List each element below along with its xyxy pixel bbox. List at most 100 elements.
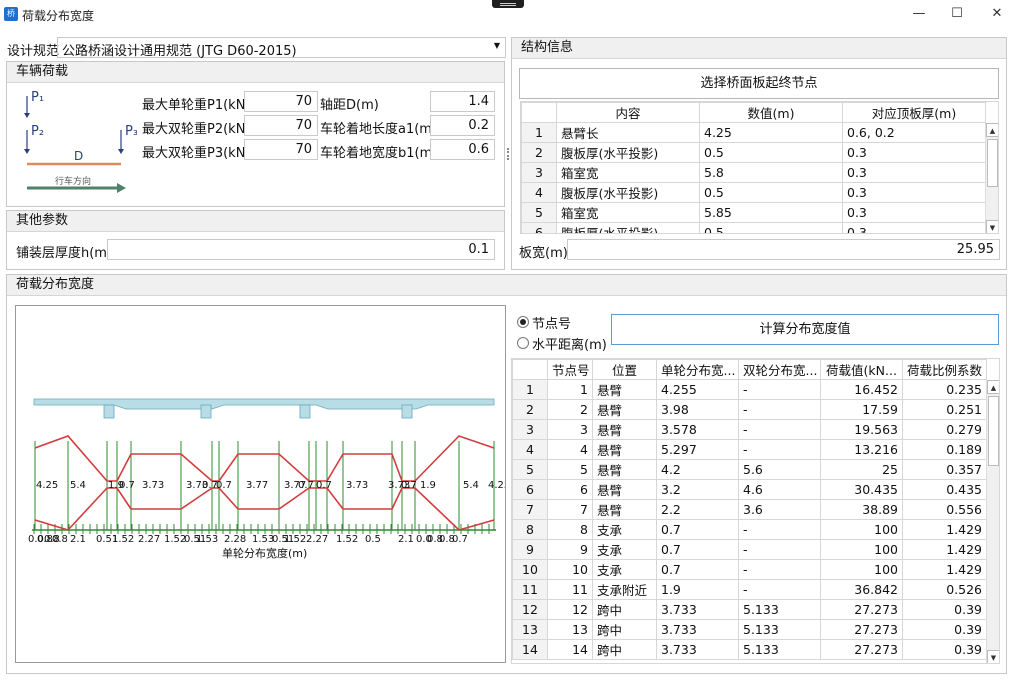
select-nodes-button[interactable]: 选择桥面板起终节点 [519,68,999,99]
table-cell[interactable]: 1.429 [902,559,987,580]
table-cell[interactable]: 0.251 [902,399,987,420]
column-header[interactable]: 位置 [592,359,657,380]
table-cell[interactable]: 0.357 [902,459,987,480]
table-cell[interactable]: 0.3 [842,182,986,203]
p2-input[interactable]: 70 [244,115,318,136]
table-cell[interactable]: 100 [820,559,903,580]
table-cell[interactable]: 腹板厚(水平投影) [556,182,700,203]
table-row[interactable]: 8 8 支承 0.7-100 1.429 [512,519,987,540]
scroll-thumb[interactable] [987,139,998,187]
row-header[interactable]: 2 [512,399,548,420]
a1-input[interactable]: 0.2 [430,115,495,136]
table-row[interactable]: 6 6 悬臂 3.2 4.6 30.435 0.435 [512,479,987,500]
table-cell[interactable]: 3.2 [656,479,739,500]
structure-scrollbar[interactable]: ▲ ▼ [985,123,998,233]
table-cell[interactable]: 腹板厚(水平投影) [556,222,700,233]
row-header[interactable]: 1 [512,379,548,400]
table-cell[interactable]: 1.429 [902,539,987,560]
table-cell[interactable]: 支承 [592,559,657,580]
table-cell[interactable]: 5.8 [699,162,843,183]
table-cell[interactable]: 0.7 [656,519,739,540]
table-cell[interactable]: 0.3 [842,162,986,183]
table-cell[interactable]: 3 [547,419,593,440]
table-cell[interactable]: 3.98 [656,399,739,420]
table-cell[interactable]: 支承 [592,519,657,540]
table-cell[interactable]: - [738,539,821,560]
table-cell[interactable]: 腹板厚(水平投影) [556,142,700,163]
table-row[interactable]: 4 4 悬臂 5.297-13.216 0.189 [512,439,987,460]
table-row[interactable]: 1 1 悬臂 4.255-16.452 0.235 [512,379,987,400]
table-row[interactable]: 4 腹板厚(水平投影) 0.5 0.3 [521,182,986,203]
splitter-handle[interactable] [507,148,509,160]
table-cell[interactable]: 悬臂 [592,379,657,400]
drag-handle[interactable] [492,0,524,8]
row-header[interactable]: 3 [521,162,557,183]
table-cell[interactable]: 14 [547,639,593,660]
table-cell[interactable]: 1.9 [656,579,739,600]
node-radio[interactable] [517,316,529,328]
table-cell[interactable]: 0.39 [902,619,987,640]
row-header[interactable]: 4 [512,439,548,460]
table-cell[interactable]: 0.5 [699,142,843,163]
table-row[interactable]: 6 腹板厚(水平投影) 0.5 0.3 [521,222,986,233]
table-cell[interactable]: 7 [547,499,593,520]
minimize-button[interactable]: — [904,4,934,24]
table-cell[interactable]: 27.273 [820,639,903,660]
scroll-down-icon[interactable]: ▼ [987,650,999,663]
table-row[interactable]: 14 14 跨中 3.733 5.133 27.273 0.39 [512,639,987,660]
table-cell[interactable]: 1.429 [902,519,987,540]
table-cell[interactable]: 8 [547,519,593,540]
table-cell[interactable]: 箱室宽 [556,202,700,223]
table-cell[interactable]: - [738,379,821,400]
table-cell[interactable]: 悬臂 [592,499,657,520]
row-header[interactable]: 13 [512,619,548,640]
table-cell[interactable]: 5.133 [738,639,821,660]
table-cell[interactable]: 支承附近 [592,579,657,600]
table-cell[interactable]: 10 [547,559,593,580]
table-cell[interactable]: 36.842 [820,579,903,600]
column-header[interactable]: 内容 [556,102,700,123]
node-radio-label[interactable]: 节点号 [532,313,571,332]
column-header[interactable]: 对应顶板厚(m) [842,102,986,123]
table-cell[interactable]: 5.297 [656,439,739,460]
table-cell[interactable]: 5.133 [738,599,821,620]
column-header[interactable]: 单轮分布宽... [656,359,739,380]
table-cell[interactable]: 1 [547,379,593,400]
column-header[interactable]: 荷载值(kN... [820,359,903,380]
row-header[interactable]: 2 [521,142,557,163]
table-cell[interactable]: - [738,579,821,600]
table-cell[interactable]: 0.5 [699,222,843,233]
row-header[interactable]: 12 [512,599,548,620]
row-header[interactable]: 8 [512,519,548,540]
table-cell[interactable]: 2 [547,399,593,420]
table-cell[interactable]: 2.2 [656,499,739,520]
row-header[interactable]: 7 [512,499,548,520]
table-cell[interactable]: 13 [547,619,593,640]
table-cell[interactable]: 0.279 [902,419,987,440]
row-header[interactable]: 5 [521,202,557,223]
table-cell[interactable]: 跨中 [592,619,657,640]
table-cell[interactable]: 0.3 [842,142,986,163]
column-header[interactable]: 双轮分布宽... [738,359,821,380]
table-cell[interactable]: 6 [547,479,593,500]
table-cell[interactable]: 0.235 [902,379,987,400]
p3-input[interactable]: 70 [244,139,318,160]
table-cell[interactable]: - [738,399,821,420]
table-row[interactable]: 3 3 悬臂 3.578-19.563 0.279 [512,419,987,440]
table-cell[interactable]: 3.578 [656,419,739,440]
row-header[interactable]: 6 [521,222,557,233]
table-row[interactable]: 11 11 支承附近 1.9-36.842 0.526 [512,579,987,600]
table-cell[interactable]: 0.189 [902,439,987,460]
table-row[interactable]: 2 2 悬臂 3.98-17.59 0.251 [512,399,987,420]
table-cell[interactable]: 悬臂 [592,479,657,500]
row-header[interactable]: 11 [512,579,548,600]
column-header[interactable]: 节点号 [547,359,593,380]
p1-input[interactable]: 70 [244,91,318,112]
table-cell[interactable]: 11 [547,579,593,600]
table-cell[interactable]: 17.59 [820,399,903,420]
table-cell[interactable]: 3.733 [656,639,739,660]
table-cell[interactable]: 5.133 [738,619,821,640]
table-cell[interactable]: 悬臂 [592,399,657,420]
table-cell[interactable]: 跨中 [592,639,657,660]
row-header[interactable]: 3 [512,419,548,440]
